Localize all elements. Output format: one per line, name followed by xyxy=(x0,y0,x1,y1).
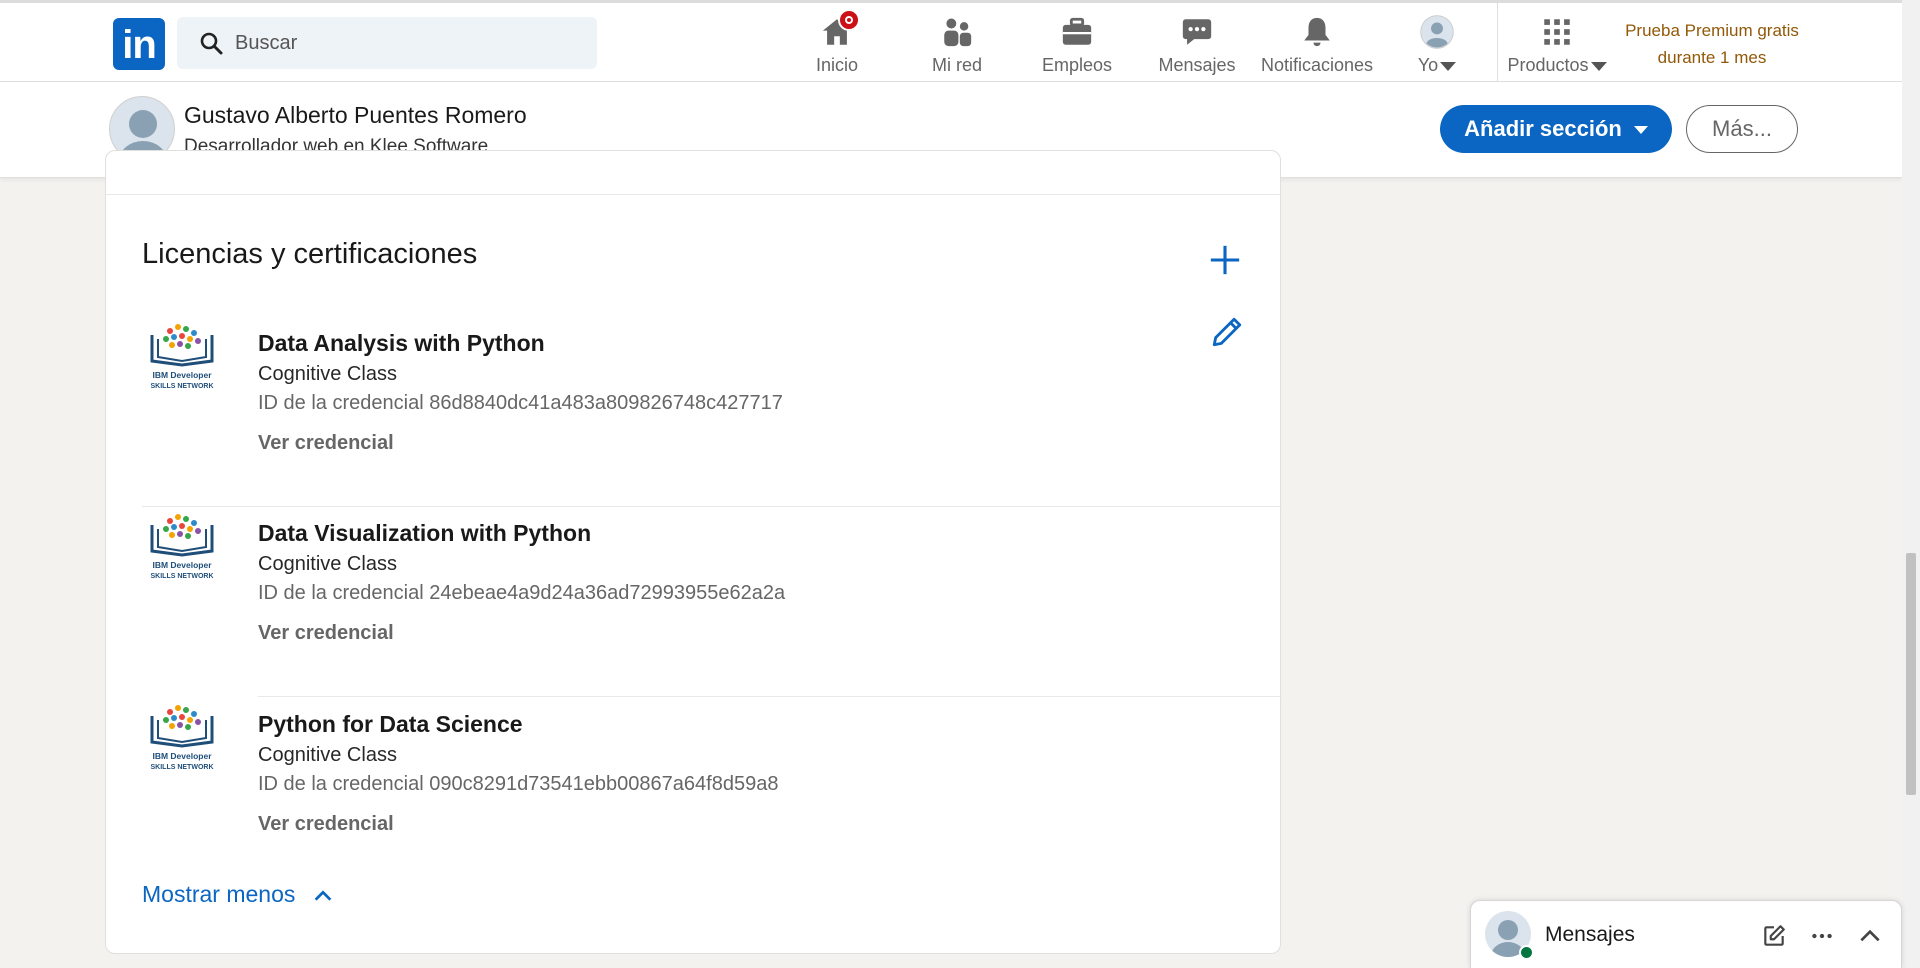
nav-jobs[interactable]: Empleos xyxy=(1017,11,1137,79)
briefcase-icon xyxy=(1060,15,1094,49)
nav-my-network-label: Mi red xyxy=(931,55,982,75)
notification-badge xyxy=(838,9,860,31)
network-icon xyxy=(940,15,974,49)
show-less-label: Mostrar menos xyxy=(142,881,296,907)
search-box[interactable] xyxy=(177,17,597,69)
messaging-title: Mensajes xyxy=(1545,923,1635,946)
cert-credential-id: ID de la credencial 24ebeae4a9d24a36ad72… xyxy=(258,582,786,604)
avatar xyxy=(1420,15,1454,49)
chevron-up-icon xyxy=(314,890,332,901)
divider xyxy=(106,194,1280,195)
chevron-down-icon xyxy=(1590,61,1607,71)
linkedin-logo[interactable]: in xyxy=(113,18,165,70)
nav-me-label: Yo xyxy=(1417,55,1439,75)
nav-me[interactable]: Yo xyxy=(1377,11,1497,79)
more-button[interactable]: Más... xyxy=(1686,105,1798,153)
caret-down-icon xyxy=(1633,126,1648,135)
nav-home-label: Inicio xyxy=(815,55,859,75)
messaging-widget[interactable]: Mensajes xyxy=(1470,900,1902,968)
chevron-up-icon[interactable] xyxy=(1857,923,1883,949)
add-section-button[interactable]: Añadir sección xyxy=(1440,105,1672,153)
cert-title: Python for Data Science xyxy=(258,711,523,737)
cert-issuer: Cognitive Class xyxy=(258,744,397,766)
grid-icon xyxy=(1540,15,1574,49)
view-credential-link[interactable]: Ver credencial xyxy=(258,432,394,455)
certification-item: IBM Developer SKILLS NETWORK Python for … xyxy=(142,698,1282,888)
nav-products-label: Productos xyxy=(1507,55,1589,75)
premium-trial-link[interactable]: Prueba Premium gratis durante 1 mes xyxy=(1612,17,1812,71)
profile-name: Gustavo Alberto Puentes Romero xyxy=(184,102,527,128)
bell-icon xyxy=(1300,15,1334,49)
logo-line-1: IBM Developer xyxy=(152,560,212,570)
scrollbar-thumb[interactable] xyxy=(1906,553,1916,795)
show-less-button[interactable]: Mostrar menos xyxy=(142,881,334,908)
ibm-skills-network-logo: IBM Developer SKILLS NETWORK xyxy=(150,705,214,771)
search-icon xyxy=(200,32,223,55)
logo-line-2: SKILLS NETWORK xyxy=(151,383,214,390)
licenses-certifications-card: Licencias y certificaciones IBM Develope… xyxy=(105,150,1282,954)
cert-title: Data Visualization with Python xyxy=(258,520,592,546)
logo-line-1: IBM Developer xyxy=(152,370,212,380)
premium-line-2: durante 1 mes xyxy=(1657,48,1767,67)
certification-item: IBM Developer SKILLS NETWORK Data Analys… xyxy=(142,317,1282,507)
nav-products[interactable]: Productos xyxy=(1497,11,1617,79)
add-section-label: Añadir sección xyxy=(1464,116,1622,141)
ibm-skills-network-logo: IBM Developer SKILLS NETWORK xyxy=(150,514,214,580)
page-scrollbar[interactable] xyxy=(1902,0,1920,968)
ibm-skills-network-logo: IBM Developer SKILLS NETWORK xyxy=(150,324,214,390)
chevron-down-icon xyxy=(1440,61,1457,71)
nav-jobs-label: Empleos xyxy=(1041,55,1113,75)
logo-line-2: SKILLS NETWORK xyxy=(151,764,214,771)
nav-messaging-label: Mensajes xyxy=(1158,55,1236,75)
logo-line-2: SKILLS NETWORK xyxy=(151,573,214,580)
view-credential-link[interactable]: Ver credencial xyxy=(258,813,394,836)
cert-credential-id: ID de la credencial 86d8840dc41a483a8098… xyxy=(258,392,783,414)
online-status-dot xyxy=(1519,945,1534,960)
section-title: Licencias y certificaciones xyxy=(142,238,478,270)
certification-item: IBM Developer SKILLS NETWORK Data Visual… xyxy=(142,507,1282,697)
nav-notifications[interactable]: Notificaciones xyxy=(1257,11,1377,79)
more-options-icon[interactable] xyxy=(1809,923,1835,949)
nav-notifications-label: Notificaciones xyxy=(1260,55,1374,75)
nav-home[interactable]: Inicio xyxy=(777,9,897,79)
compose-icon[interactable] xyxy=(1761,923,1787,949)
messaging-icon xyxy=(1180,15,1214,49)
nav-my-network[interactable]: Mi red xyxy=(897,11,1017,79)
premium-line-1: Prueba Premium gratis xyxy=(1625,21,1799,40)
global-nav: in Inicio Mi red xyxy=(0,0,1902,85)
search-input[interactable] xyxy=(235,17,585,69)
view-credential-link[interactable]: Ver credencial xyxy=(258,622,394,645)
logo-line-1: IBM Developer xyxy=(152,751,212,761)
add-icon[interactable] xyxy=(1208,243,1242,277)
nav-messaging[interactable]: Mensajes xyxy=(1137,11,1257,79)
cert-title: Data Analysis with Python xyxy=(258,330,545,356)
cert-credential-id: ID de la credencial 090c8291d73541ebb008… xyxy=(258,773,779,795)
home-icon xyxy=(820,9,860,49)
divider xyxy=(258,696,1282,697)
cert-issuer: Cognitive Class xyxy=(258,553,397,575)
cert-issuer: Cognitive Class xyxy=(258,363,397,385)
